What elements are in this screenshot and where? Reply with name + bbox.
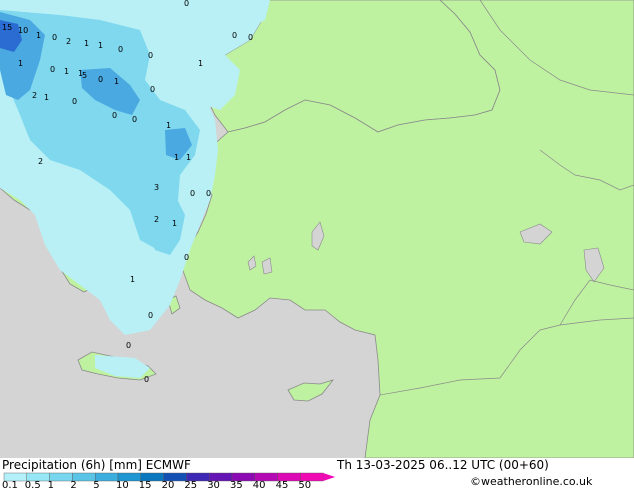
credit-link[interactable]: ©weatheronline.co.uk <box>470 475 592 488</box>
legend-tick-label: 25 <box>184 480 198 491</box>
precip-value-label: 0 <box>190 189 195 198</box>
precip-value-label: 2 <box>154 215 159 224</box>
precip-value-label: 2 <box>38 157 43 166</box>
precip-value-label: 0 <box>112 111 117 120</box>
precip-value-label: 0 <box>118 45 123 54</box>
precip-value-label: 3 <box>154 183 159 192</box>
map-canvas: 15 101 0 2 1 1 005 0 12 110 1 1001001 1232 1000100000… <box>0 0 634 459</box>
precip-value-label: 1 <box>186 153 191 162</box>
precip-value-label: 1 <box>44 93 49 102</box>
precip-value-label: 1 <box>36 31 41 40</box>
precip-value-label: 0 <box>148 51 153 60</box>
precip-value-label: 0 <box>52 33 57 42</box>
precip-value-label: 0 <box>150 85 155 94</box>
precip-value-label: 0 <box>184 0 189 8</box>
precip-value-label: 0 <box>98 75 103 84</box>
legend-tick-label: 5 <box>93 480 100 491</box>
precip-value-label: 10 <box>18 26 28 35</box>
legend-tick-label: 50 <box>298 480 312 491</box>
precip-value-label: 0 <box>72 97 77 106</box>
precip-value-label: 0 <box>184 253 189 262</box>
valid-time: Th 13-03-2025 06..12 UTC (00+60) <box>337 458 549 472</box>
legend-tick-label: 1 <box>47 480 54 491</box>
precip-value-label: 0 <box>148 311 153 320</box>
precip-value-label: 0 <box>132 115 137 124</box>
precip-value-label: 1 <box>198 59 203 68</box>
footer: Precipitation (6h) [mm] ECMWF Th 13-03-2… <box>0 458 634 491</box>
legend-tick-label: 10 <box>116 480 129 491</box>
precip-value-label: 1 <box>98 41 103 50</box>
legend-tick-label: 20 <box>161 480 175 491</box>
precip-value-label: 0 <box>50 65 55 74</box>
precip-value-label: 1 <box>174 153 179 162</box>
precip-value-label: 0 <box>144 375 149 384</box>
precip-value-label: 0 <box>248 33 253 42</box>
precip-value-label: 15 <box>2 23 12 32</box>
legend-overflow-arrow <box>323 473 336 481</box>
precip-value-label: 2 <box>66 37 71 46</box>
precip-value-label: 0 <box>126 341 131 350</box>
precip-value-label: 1 <box>172 219 177 228</box>
precip-value-label: 1 <box>130 275 135 284</box>
precipitation-map: 15 10 1 0 2 1 1 0 0 5 0 1 2 1 1 0 1 1 0 0 1 0 0 1 1 2 3 2 1 0 0 0 1 0 0 0 0 0… <box>0 0 634 459</box>
legend-tick-label: 45 <box>275 480 289 491</box>
legend-tick-label: 0.5 <box>24 480 41 491</box>
precip-value-label: 1 <box>114 77 119 86</box>
legend-tick-label: 2 <box>70 480 77 491</box>
precip-value-label: 1 <box>64 67 69 76</box>
precip-value-label: 2 <box>32 91 37 100</box>
precip-value-label: 0 <box>232 31 237 40</box>
legend-tick-label: 40 <box>252 480 266 491</box>
precip-value-label: 1 <box>84 39 89 48</box>
legend-tick-label: 35 <box>230 480 243 491</box>
legend-tick-label: 30 <box>207 480 220 491</box>
precip-value-label: 0 <box>206 189 211 198</box>
precip-value-label: 1 <box>166 121 171 130</box>
map-title: Precipitation (6h) [mm] ECMWF <box>2 458 191 472</box>
precip-value-label: 1 <box>18 59 23 68</box>
precip-value-label: 1 <box>78 69 83 78</box>
legend-tick-label: 15 <box>138 480 152 491</box>
legend-tick-label: 0.1 <box>2 480 18 491</box>
